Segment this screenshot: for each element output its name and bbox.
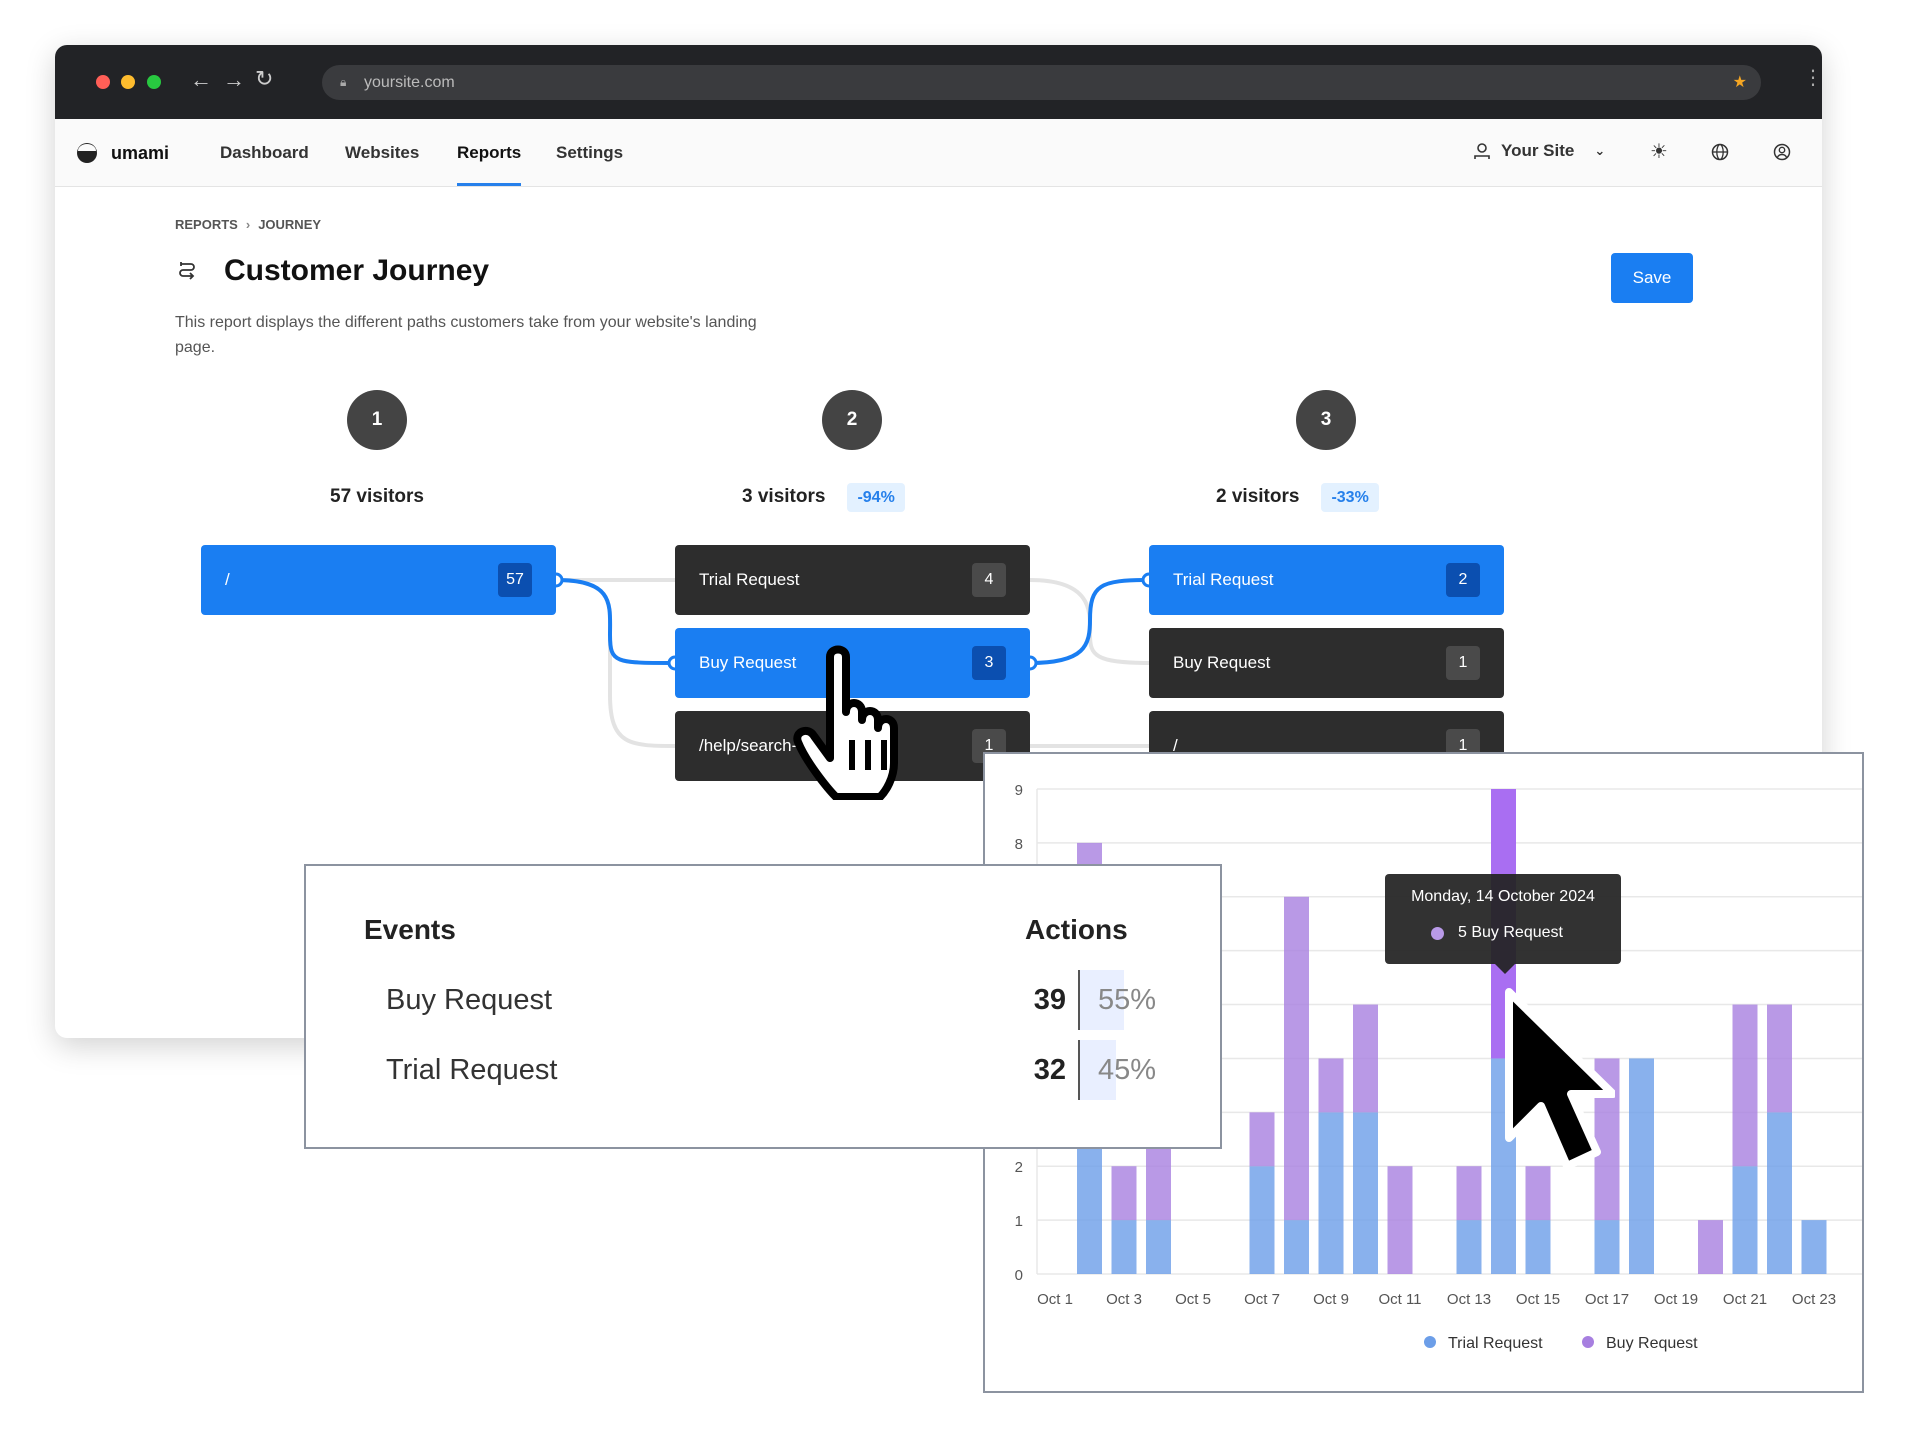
y-tick-label: 2 <box>1015 1159 1023 1176</box>
step-number-badge: 3 <box>1296 390 1356 450</box>
bar-trial-request <box>1111 1220 1137 1274</box>
bar-trial-request <box>1318 1112 1344 1274</box>
step-visitors: 2 visitors -33% <box>1216 483 1379 512</box>
step-visitors: 57 visitors <box>330 486 424 508</box>
bar-buy-request <box>1284 896 1309 1221</box>
arrow-cursor-icon <box>1505 988 1615 1170</box>
bar-buy-request <box>1767 1004 1792 1113</box>
node-count: 2 <box>1446 563 1480 597</box>
node-label: Buy Request <box>699 653 797 672</box>
legend-dot-icon <box>1424 1336 1436 1348</box>
legend-dot-icon <box>1582 1336 1594 1348</box>
visitor-count: 3 visitors <box>742 486 826 507</box>
event-percent: 45% <box>1098 1054 1157 1086</box>
event-name: Trial Request <box>386 1054 558 1086</box>
visitor-count: 57 visitors <box>330 486 424 507</box>
step-number-badge: 2 <box>822 390 882 450</box>
bar-trial-request <box>1284 1220 1309 1274</box>
journey-node[interactable]: Buy Request 1 <box>1149 628 1504 698</box>
x-tick-label: Oct 7 <box>1244 1291 1280 1308</box>
node-count: 57 <box>498 563 532 597</box>
change-badge: -33% <box>1321 483 1379 512</box>
y-tick-label: 9 <box>1015 782 1023 799</box>
bar-trial-request <box>1353 1112 1378 1274</box>
journey-node[interactable]: Trial Request 2 <box>1149 545 1504 615</box>
bar-buy-request <box>1698 1220 1723 1274</box>
x-tick-label: Oct 13 <box>1447 1291 1491 1308</box>
bar-buy-request <box>1387 1166 1413 1274</box>
bar-trial-request <box>1732 1166 1758 1274</box>
bar-trial-request <box>1456 1220 1482 1274</box>
bar-trial-request <box>1525 1220 1551 1274</box>
bar-buy-request <box>1249 1112 1275 1167</box>
bar-buy-request <box>1456 1166 1482 1221</box>
tooltip-caret <box>1495 964 1515 974</box>
bar-trial-request <box>1249 1166 1275 1274</box>
event-count: 32 <box>1033 1054 1066 1086</box>
change-badge: -94% <box>847 483 905 512</box>
tooltip-date: Monday, 14 October 2024 <box>1411 888 1595 905</box>
x-tick-label: Oct 23 <box>1792 1291 1836 1308</box>
bar-buy-request <box>1318 1058 1344 1113</box>
bar-buy-request <box>1111 1166 1137 1221</box>
event-name: Buy Request <box>386 984 553 1016</box>
bar-trial-request <box>1594 1220 1620 1274</box>
x-tick-label: Oct 21 <box>1723 1291 1767 1308</box>
node-label: Trial Request <box>1173 570 1274 589</box>
x-tick-label: Oct 19 <box>1654 1291 1698 1308</box>
node-label: Trial Request <box>699 570 800 589</box>
bar-buy-request <box>1732 1004 1758 1167</box>
bar-trial-request <box>1629 1058 1654 1274</box>
bar-trial-request <box>1146 1220 1171 1274</box>
actions-column-header: Actions <box>1025 914 1128 945</box>
event-count: 39 <box>1033 984 1066 1016</box>
bar-trial-request <box>1767 1112 1792 1274</box>
x-tick-label: Oct 3 <box>1106 1291 1142 1308</box>
y-tick-label: 8 <box>1015 836 1023 853</box>
events-table-panel: Events Actions Buy Request 39 55% Trial R… <box>304 864 1222 1149</box>
bar-trial-request <box>1801 1220 1827 1274</box>
bar-buy-request <box>1353 1004 1378 1113</box>
x-tick-label: Oct 1 <box>1037 1291 1073 1308</box>
x-tick-label: Oct 5 <box>1175 1291 1211 1308</box>
step-visitors: 3 visitors -94% <box>742 483 905 512</box>
visitor-count: 2 visitors <box>1216 486 1300 507</box>
legend-label: Buy Request <box>1606 1335 1698 1352</box>
x-tick-label: Oct 15 <box>1516 1291 1560 1308</box>
journey-node[interactable]: / 57 <box>201 545 556 615</box>
node-count: 3 <box>972 646 1006 680</box>
events-column-header: Events <box>364 914 456 945</box>
node-count: 4 <box>972 563 1006 597</box>
tooltip-series-dot-icon <box>1431 926 1444 940</box>
node-label: Buy Request <box>1173 653 1271 672</box>
journey-node[interactable]: Trial Request 4 <box>675 545 1030 615</box>
event-percent: 55% <box>1098 984 1157 1016</box>
y-tick-label: 0 <box>1015 1267 1023 1284</box>
x-tick-label: Oct 11 <box>1378 1291 1421 1308</box>
selected-path-connector <box>555 578 676 665</box>
x-tick-label: Oct 9 <box>1313 1291 1349 1308</box>
x-tick-label: Oct 17 <box>1585 1291 1629 1308</box>
node-count: 1 <box>1446 646 1480 680</box>
chart-tooltip: Monday, 14 October 2024 5 Buy Request <box>1385 874 1621 974</box>
step-number-badge: 1 <box>347 390 407 450</box>
legend-label: Trial Request <box>1448 1335 1543 1352</box>
y-tick-label: 1 <box>1015 1213 1023 1230</box>
node-label: / <box>225 570 230 589</box>
tooltip-value: 5 Buy Request <box>1458 924 1563 941</box>
hand-pointer-cursor-icon <box>793 645 898 800</box>
